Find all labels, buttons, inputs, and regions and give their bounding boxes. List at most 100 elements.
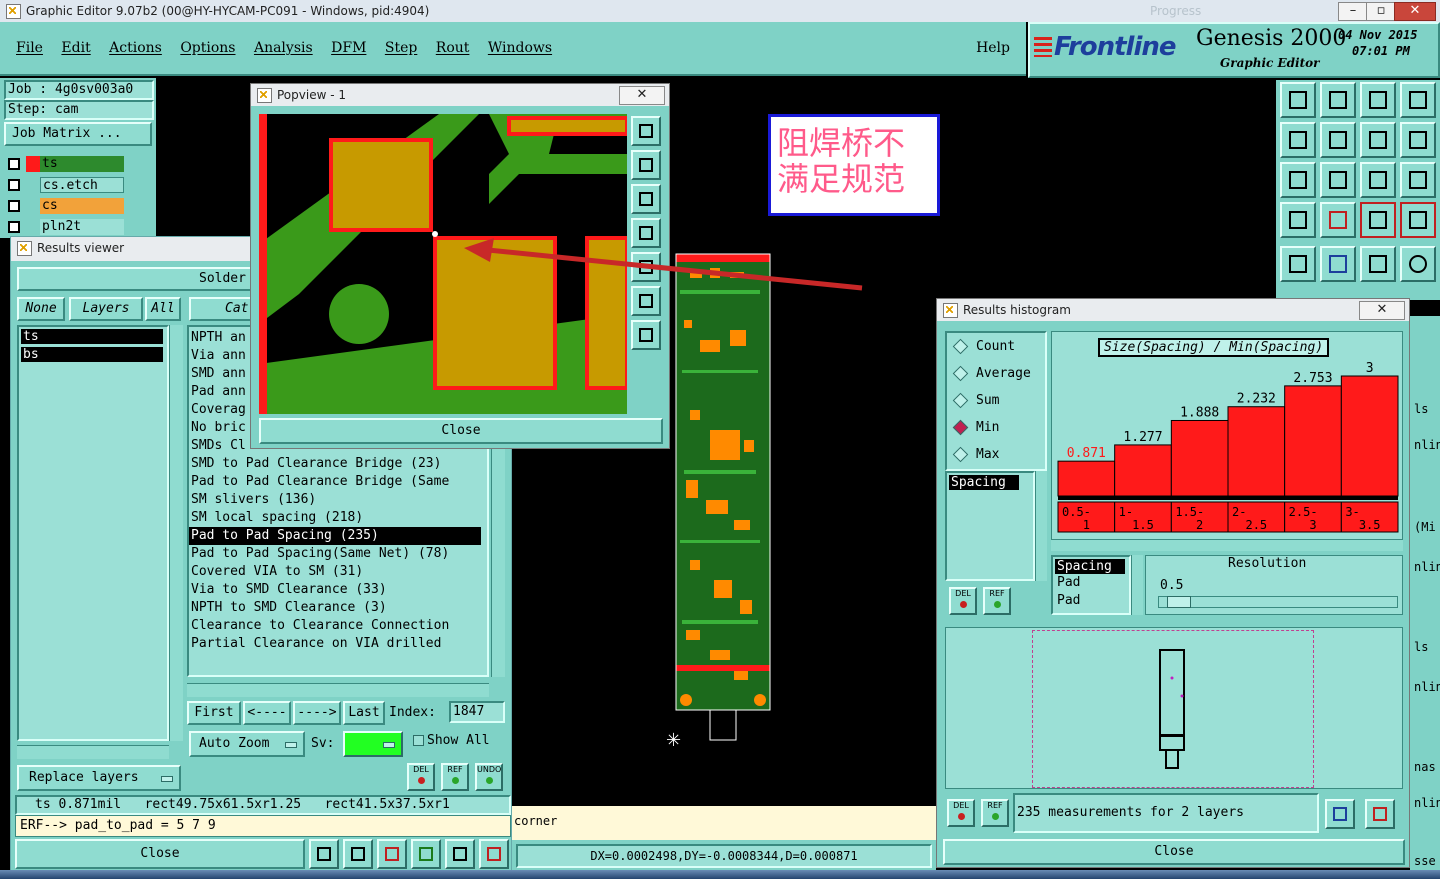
layer-row-cs[interactable]: cs xyxy=(6,198,124,214)
job-matrix-button[interactable]: Job Matrix ... xyxy=(4,122,152,146)
replace-layers-dropdown[interactable]: Replace layers xyxy=(17,765,181,791)
menu-step[interactable]: Step xyxy=(385,40,417,56)
tool-icon-4[interactable] xyxy=(411,839,441,869)
category-item[interactable]: Partial Clearance on VIA drilled xyxy=(189,635,487,653)
category-item[interactable]: NPTH to SMD Clearance (3) xyxy=(189,599,487,617)
toolbar-icon-13[interactable] xyxy=(1280,202,1316,238)
legend-scrollbar[interactable] xyxy=(1131,555,1143,615)
tool-icon-1[interactable] xyxy=(309,839,339,869)
toolbar-icon-9[interactable] xyxy=(1280,162,1316,198)
pcb-board-graphic[interactable] xyxy=(670,240,780,750)
tab-all[interactable]: All xyxy=(145,297,181,321)
popview-tool-3[interactable] xyxy=(631,184,661,214)
category-item[interactable]: SMD to Pad Clearance Bridge (23) xyxy=(189,455,487,473)
toolbar-icon-11[interactable] xyxy=(1360,162,1396,198)
toolbar-icon-4[interactable] xyxy=(1400,82,1436,118)
histogram-bar[interactable] xyxy=(1114,444,1172,497)
last-button[interactable]: Last xyxy=(343,701,385,725)
toolbar-icon-5[interactable] xyxy=(1280,122,1316,158)
first-button[interactable]: First xyxy=(187,701,241,725)
category-list-hscrollbar[interactable] xyxy=(187,683,489,697)
next-button[interactable]: ----> xyxy=(293,701,341,725)
category-item[interactable]: SM slivers (136) xyxy=(189,491,487,509)
sv-color-dropdown[interactable] xyxy=(343,731,403,757)
layer-list-hscrollbar[interactable] xyxy=(17,745,169,759)
menu-help[interactable]: Help xyxy=(976,40,1010,56)
hist-del-button[interactable]: DEL xyxy=(949,587,977,615)
layer-list-scrollbar[interactable] xyxy=(169,325,183,741)
layer-row-ts[interactable]: ts xyxy=(6,156,124,172)
tool-icon-3[interactable] xyxy=(377,839,407,869)
popview-close-button[interactable]: Close xyxy=(259,418,663,444)
toolbar-icon-10[interactable] xyxy=(1320,162,1356,198)
menu-actions[interactable]: Actions xyxy=(109,40,162,56)
ruler-icon[interactable] xyxy=(1360,246,1396,282)
popview-tool-1[interactable] xyxy=(631,116,661,146)
bar-chart-icon[interactable] xyxy=(479,839,509,869)
board-preview[interactable] xyxy=(945,627,1403,789)
list-item[interactable]: ts xyxy=(21,329,163,344)
popview-tool-2[interactable] xyxy=(631,150,661,180)
index-input[interactable]: 1847 xyxy=(449,701,505,723)
toolbar-icon-15[interactable] xyxy=(1360,202,1396,238)
toolbar-icon-17[interactable] xyxy=(1280,246,1316,282)
tool-icon-2[interactable] xyxy=(343,839,373,869)
del-button[interactable]: DEL xyxy=(407,763,435,791)
maximize-button[interactable]: ▫ xyxy=(1366,2,1396,21)
histogram-bar[interactable] xyxy=(1284,385,1342,497)
menu-rout[interactable]: Rout xyxy=(436,40,470,56)
category-item[interactable]: Clearance to Clearance Connection xyxy=(189,617,487,635)
category-item[interactable]: Via to SMD Clearance (33) xyxy=(189,581,487,599)
hist-ref-button[interactable]: REF xyxy=(983,587,1011,615)
layer-row-cs-etch[interactable]: cs.etch xyxy=(6,177,124,193)
resolution-slider[interactable] xyxy=(1158,596,1398,608)
menu-dfm[interactable]: DFM xyxy=(331,40,366,56)
help-icon[interactable] xyxy=(1400,162,1436,198)
show-all-checkbox[interactable] xyxy=(413,735,424,746)
mode-sum[interactable]: Sum xyxy=(947,387,1045,414)
histogram-bar[interactable] xyxy=(1227,406,1286,497)
prev-button[interactable]: <---- xyxy=(243,701,291,725)
mode-average[interactable]: Average xyxy=(947,360,1045,387)
ref-button[interactable]: REF xyxy=(441,763,469,791)
hist-ref-button-2[interactable]: REF xyxy=(981,799,1009,827)
toolbar-icon-20[interactable] xyxy=(1400,246,1436,282)
menu-edit[interactable]: Edit xyxy=(61,40,90,56)
toolbar-icon-16[interactable] xyxy=(1400,202,1436,238)
hist-tool-2[interactable] xyxy=(1365,799,1395,829)
minimize-button[interactable]: – xyxy=(1338,2,1368,21)
results-close-button[interactable]: Close xyxy=(15,839,305,869)
tab-none[interactable]: None xyxy=(17,297,65,321)
tab-layers[interactable]: Layers xyxy=(69,297,143,321)
chart-hscrollbar[interactable] xyxy=(1051,539,1403,551)
menu-analysis[interactable]: Analysis xyxy=(254,40,313,56)
close-window-button[interactable]: ✕ xyxy=(1394,2,1436,21)
slider-thumb[interactable] xyxy=(1167,596,1191,608)
toolbar-icon-1[interactable] xyxy=(1280,82,1316,118)
mode-count[interactable]: Count xyxy=(947,333,1045,360)
mode-min[interactable]: Min xyxy=(947,414,1045,441)
popview-close-x[interactable]: ✕ xyxy=(619,86,665,105)
category-item[interactable]: Covered VIA to SM (31) xyxy=(189,563,487,581)
list-item[interactable]: bs xyxy=(21,347,163,362)
category-item[interactable]: SM local spacing (218) xyxy=(189,509,487,527)
histogram-bar[interactable] xyxy=(1340,375,1399,497)
histogram-chart[interactable]: 0.8710.5-11.2771-1.51.8881.5-22.2322-2.5… xyxy=(1052,332,1402,544)
attribute-list-scrollbar[interactable] xyxy=(1035,471,1047,581)
list-item[interactable]: Spacing xyxy=(949,475,1019,490)
category-item[interactable]: Pad to Pad Spacing (235) xyxy=(189,527,481,545)
histogram-close-button[interactable]: Close xyxy=(943,839,1405,865)
toolbar-icon-3[interactable] xyxy=(1360,82,1396,118)
category-item[interactable]: Pad to Pad Spacing(Same Net) (78) xyxy=(189,545,487,563)
undo-button[interactable]: UNDO xyxy=(475,763,503,791)
histogram-bar[interactable] xyxy=(1057,460,1116,497)
menu-options[interactable]: Options xyxy=(180,40,235,56)
menu-file[interactable]: File xyxy=(16,40,43,56)
hist-del-button-2[interactable]: DEL xyxy=(947,799,975,827)
hist-tool-1[interactable] xyxy=(1325,799,1355,829)
toolbar-icon-14[interactable] xyxy=(1320,202,1356,238)
layer-checkbox-icon[interactable] xyxy=(8,158,20,170)
layer-checkbox-icon[interactable] xyxy=(8,221,20,233)
layer-checkbox-icon[interactable] xyxy=(8,200,20,212)
layer-checkbox-icon[interactable] xyxy=(8,179,20,191)
